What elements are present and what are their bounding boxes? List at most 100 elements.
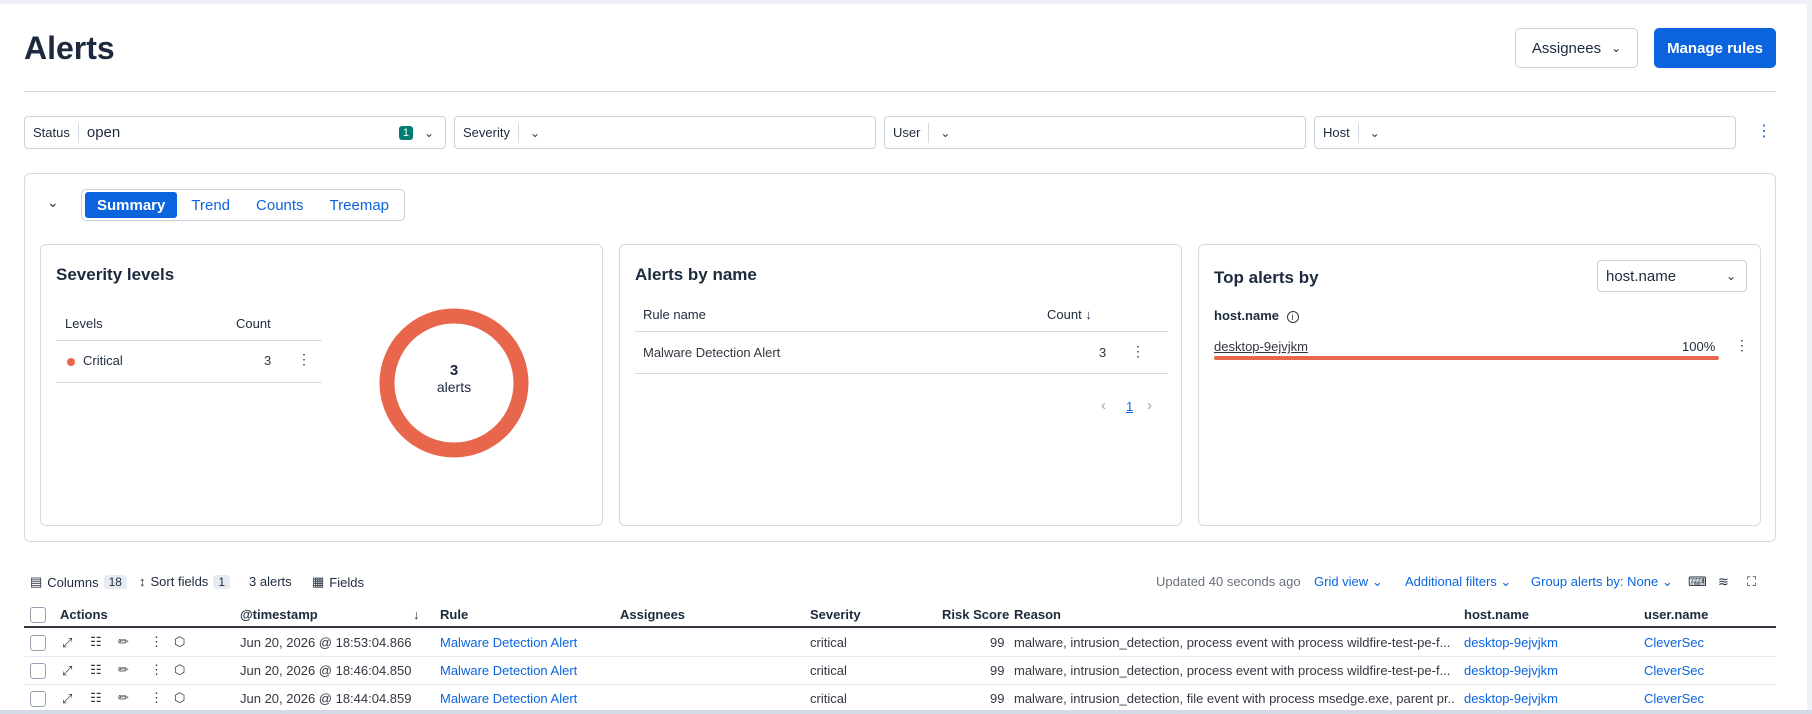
rule-cell[interactable]: Malware Detection Alert: [440, 691, 577, 706]
timestamp-cell: Jun 20, 2026 @ 18:46:04.850: [240, 663, 412, 678]
rule-header[interactable]: Rule: [440, 607, 468, 622]
count-header[interactable]: Count ↓: [1047, 307, 1092, 322]
risk-cell: 99: [990, 635, 1005, 650]
user-filter[interactable]: User ⌄: [884, 116, 1306, 149]
tab-trend[interactable]: Trend: [179, 192, 242, 218]
severity-header[interactable]: Severity: [810, 607, 861, 622]
status-filter[interactable]: Status open 1 ⌄: [24, 116, 446, 149]
manage-rules-button[interactable]: Manage rules: [1654, 28, 1776, 68]
user-name-header[interactable]: user.name: [1644, 607, 1708, 622]
sort-fields-button[interactable]: ↕ Sort fields 1: [139, 574, 230, 589]
risk-score-header[interactable]: Risk Score: [942, 607, 1009, 622]
additional-filters-dropdown[interactable]: Additional filters ⌄: [1405, 574, 1511, 590]
levels-header: Levels: [65, 316, 103, 331]
columns-button[interactable]: ▤ Columns 18: [30, 574, 127, 590]
severity-level-critical[interactable]: Critical: [67, 353, 123, 368]
session-view-icon[interactable]: ⬡: [174, 662, 185, 678]
collapse-chevron-icon[interactable]: ⌄: [47, 194, 59, 211]
tab-treemap[interactable]: Treemap: [318, 192, 401, 218]
grid-view-dropdown[interactable]: Grid view ⌄: [1314, 574, 1383, 590]
donut-label: alerts: [436, 379, 472, 395]
row-actions-icon[interactable]: ⋮: [1735, 338, 1749, 352]
top-alerts-select-value: host.name: [1606, 267, 1677, 285]
severity-cell: critical: [810, 663, 847, 678]
fields-icon: ▦: [312, 574, 325, 589]
status-filter-value: open: [86, 124, 121, 141]
analyze-graph-icon[interactable]: ☷: [90, 690, 102, 706]
comment-icon[interactable]: ✏: [118, 662, 129, 678]
display-settings-icon[interactable]: ≋: [1718, 574, 1729, 590]
chevron-down-icon: ⌄: [529, 125, 540, 140]
group-alerts-dropdown[interactable]: Group alerts by: None ⌄: [1531, 574, 1673, 590]
more-actions-icon[interactable]: ⋮: [150, 634, 163, 650]
analyze-graph-icon[interactable]: ☷: [90, 634, 102, 650]
fields-label: Fields: [329, 574, 364, 590]
page-number[interactable]: 1: [1126, 399, 1133, 414]
reason-cell: malware, intrusion_detection, process ev…: [1014, 635, 1451, 650]
comment-icon[interactable]: ✏: [118, 634, 129, 650]
comment-icon[interactable]: ✏: [118, 690, 129, 706]
rule-cell[interactable]: Malware Detection Alert: [440, 635, 577, 650]
row-checkbox[interactable]: [30, 635, 46, 651]
more-actions-icon[interactable]: ⋮: [150, 662, 163, 678]
host-cell[interactable]: desktop-9ejvjkm: [1464, 691, 1558, 706]
alerts-by-name-title: Alerts by name: [635, 265, 757, 284]
severity-count: 3: [264, 353, 272, 368]
table-row: ⤢ ☷ ✏ ⋮ ⬡ Jun 20, 2026 @ 18:53:04.866 Ma…: [24, 629, 1776, 657]
chevron-down-icon: ⌄: [1371, 574, 1383, 589]
severity-card-title: Severity levels: [56, 265, 175, 284]
tab-summary[interactable]: Summary: [85, 192, 178, 218]
next-page-icon[interactable]: ›: [1147, 397, 1152, 414]
alerts-count: 3 alerts: [249, 574, 292, 589]
reason-header[interactable]: Reason: [1014, 607, 1061, 622]
session-view-icon[interactable]: ⬡: [174, 634, 185, 650]
row-actions-icon[interactable]: ⋮: [297, 352, 311, 366]
chart-tabs: Summary Trend Counts Treemap: [81, 189, 406, 221]
info-icon[interactable]: i: [1286, 311, 1299, 323]
row-checkbox[interactable]: [30, 691, 46, 707]
scrollbar-track[interactable]: [1807, 0, 1812, 714]
sort-arrow-icon[interactable]: ↓: [413, 607, 420, 622]
actions-header: Actions: [60, 607, 108, 622]
top-alerts-field-select[interactable]: host.name ⌄: [1597, 260, 1747, 292]
user-cell[interactable]: CleverSec: [1644, 635, 1704, 650]
host-cell[interactable]: desktop-9ejvjkm: [1464, 663, 1558, 678]
divider: [56, 340, 322, 341]
row-actions-icon[interactable]: ⋮: [1131, 344, 1145, 358]
risk-cell: 99: [990, 691, 1005, 706]
alerts-by-name-card: Alerts by name Rule name Count ↓ Malware…: [619, 244, 1182, 526]
timestamp-header[interactable]: @timestamp: [240, 607, 318, 622]
host-cell[interactable]: desktop-9ejvjkm: [1464, 635, 1558, 650]
assignees-header[interactable]: Assignees: [620, 607, 685, 622]
expand-icon[interactable]: ⤢: [62, 635, 72, 651]
fields-button[interactable]: ▦ Fields: [312, 574, 364, 590]
rule-cell[interactable]: Malware Detection Alert: [440, 663, 577, 678]
session-view-icon[interactable]: ⬡: [174, 690, 185, 706]
user-cell[interactable]: CleverSec: [1644, 691, 1704, 706]
chevron-down-icon: ⌄: [1661, 574, 1673, 589]
more-actions-icon[interactable]: ⋮: [150, 690, 163, 706]
user-cell[interactable]: CleverSec: [1644, 663, 1704, 678]
chevron-down-icon: ⌄: [1369, 125, 1380, 140]
filters-more-icon[interactable]: ⋮: [1756, 124, 1772, 140]
host-filter[interactable]: Host ⌄: [1314, 116, 1736, 149]
severity-filter[interactable]: Severity ⌄: [454, 116, 876, 149]
prev-page-icon[interactable]: ‹: [1101, 397, 1106, 414]
keyboard-icon[interactable]: ⌨: [1688, 574, 1707, 590]
host-name-value[interactable]: desktop-9ejvjkm: [1214, 339, 1308, 354]
fullscreen-icon[interactable]: ⛶: [1747, 574, 1756, 590]
analyze-graph-icon[interactable]: ☷: [90, 662, 102, 678]
row-checkbox[interactable]: [30, 663, 46, 679]
grid-view-label: Grid view: [1314, 574, 1369, 589]
expand-icon[interactable]: ⤢: [62, 691, 72, 707]
host-name-header[interactable]: host.name: [1464, 607, 1529, 622]
status-filter-count: 1: [398, 125, 413, 140]
columns-count: 18: [103, 575, 127, 589]
chevron-down-icon: ⌄: [423, 125, 435, 140]
expand-icon[interactable]: ⤢: [62, 663, 72, 679]
divider: [56, 382, 322, 383]
select-all-checkbox[interactable]: [30, 607, 46, 623]
tab-counts[interactable]: Counts: [244, 192, 316, 218]
assignees-button[interactable]: Assignees ⌄: [1515, 28, 1638, 68]
field-label: host.name i: [1214, 308, 1299, 323]
